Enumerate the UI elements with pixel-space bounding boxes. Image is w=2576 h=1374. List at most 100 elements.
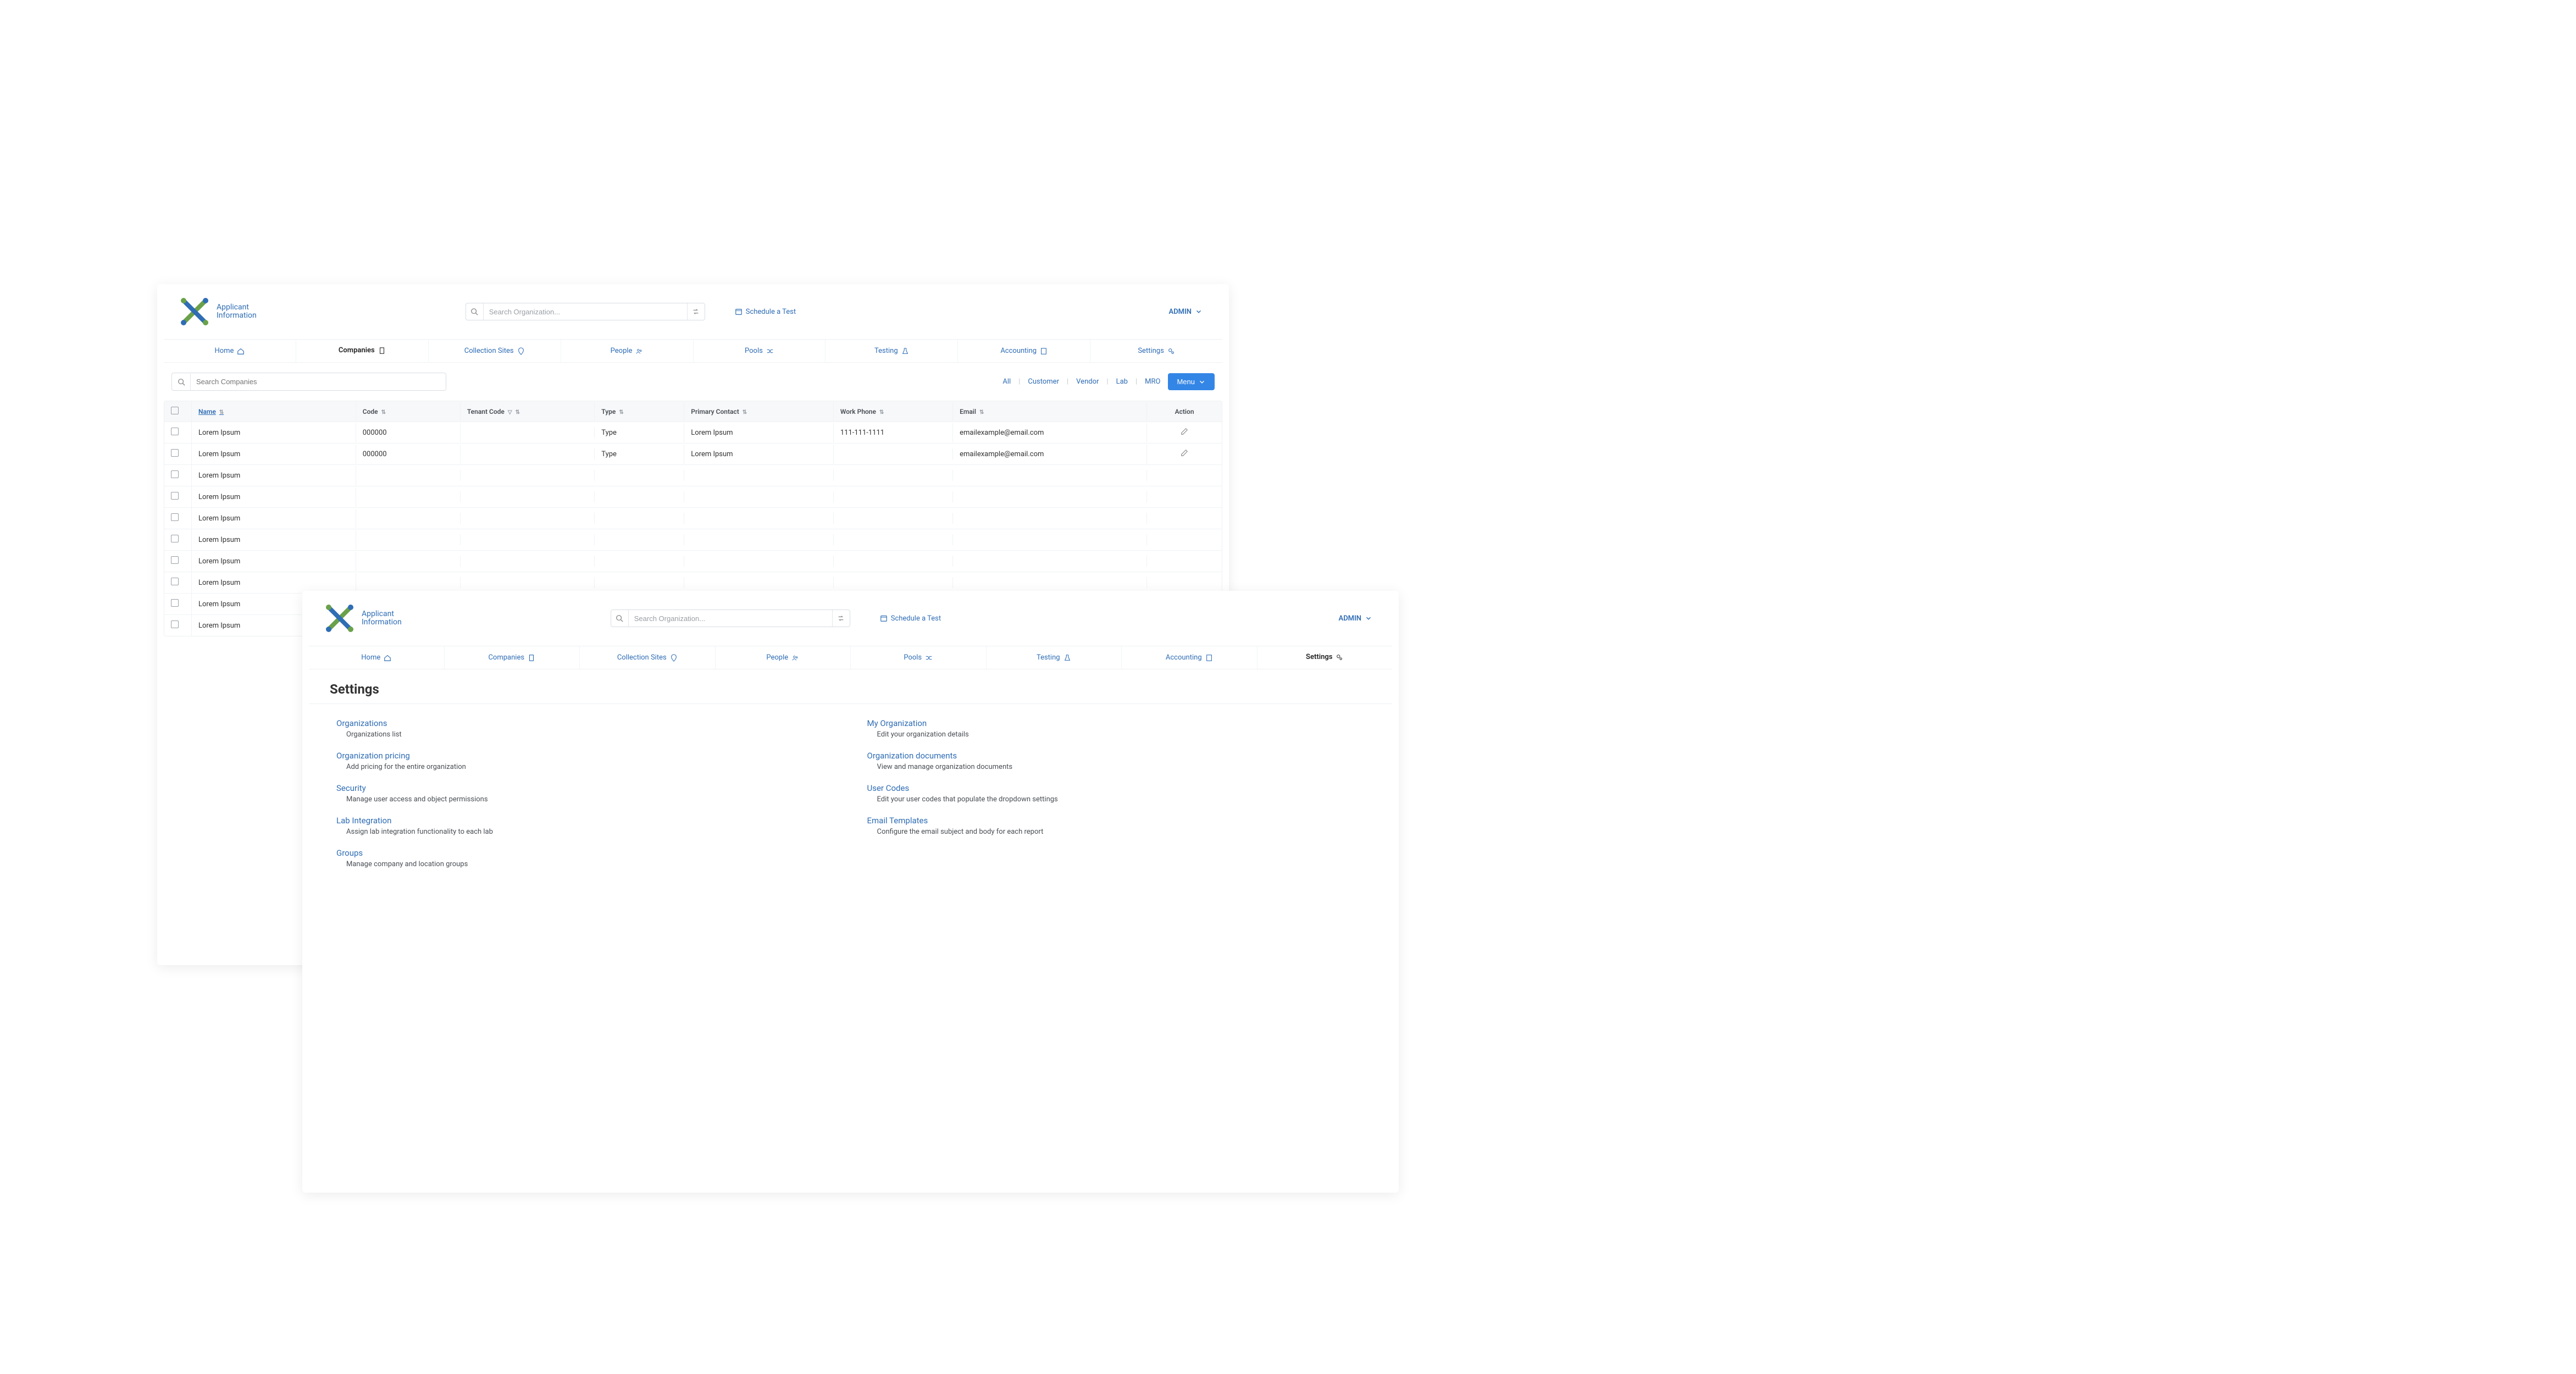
table-row[interactable]: Lorem Ipsum — [164, 572, 1222, 593]
swap-icon[interactable] — [687, 303, 705, 320]
org-search[interactable] — [466, 303, 705, 320]
row-checkbox[interactable] — [171, 428, 179, 435]
table-row[interactable]: Lorem Ipsum — [164, 507, 1222, 529]
settings-item-title[interactable]: Email Templates — [867, 816, 1365, 825]
table-row[interactable]: Lorem Ipsum000000TypeLorem Ipsumemailexa… — [164, 443, 1222, 464]
org-search[interactable] — [611, 610, 850, 627]
org-search-input[interactable] — [484, 304, 687, 319]
header: Applicant Information Schedule a Test AD… — [302, 591, 1399, 640]
cell-primary-contact — [684, 470, 834, 481]
select-all-checkbox[interactable] — [171, 407, 179, 414]
cell-primary-contact: Lorem Ipsum — [684, 423, 834, 442]
row-checkbox[interactable] — [171, 599, 179, 607]
companies-search-input[interactable] — [191, 373, 446, 390]
nav-companies[interactable]: Companies — [445, 646, 580, 669]
nav-pools[interactable]: Pools — [851, 646, 987, 669]
nav-people[interactable]: People — [716, 646, 851, 669]
filter-customer[interactable]: Customer — [1028, 378, 1059, 386]
cell-code — [356, 534, 461, 545]
search-icon — [611, 610, 629, 627]
org-search-input[interactable] — [629, 611, 832, 626]
admin-dropdown[interactable]: ADMIN — [1339, 614, 1372, 623]
table-row[interactable]: Lorem Ipsum — [164, 464, 1222, 486]
logo[interactable]: Applicant Information — [178, 295, 257, 328]
table-row[interactable]: Lorem Ipsum — [164, 529, 1222, 550]
settings-item-desc: Edit your user codes that populate the d… — [867, 795, 1365, 804]
settings-item[interactable]: SecurityManage user access and object pe… — [336, 783, 834, 804]
settings-item-title[interactable]: Organization documents — [867, 751, 1365, 761]
schedule-test-link[interactable]: Schedule a Test — [735, 308, 796, 316]
row-checkbox[interactable] — [171, 513, 179, 521]
cell-work-phone — [834, 577, 953, 588]
companies-toolbar: All| Customer| Vendor| Lab| MRO Menu — [157, 363, 1229, 391]
nav-collection-sites[interactable]: Collection Sites — [580, 646, 716, 669]
settings-item[interactable]: Email TemplatesConfigure the email subje… — [867, 816, 1365, 836]
nav-testing[interactable]: Testing — [826, 340, 958, 362]
cell-email — [953, 534, 1147, 545]
people-icon — [635, 347, 643, 355]
row-checkbox[interactable] — [171, 556, 179, 564]
chevron-down-icon — [1365, 614, 1372, 622]
col-work-phone[interactable]: Work Phone⇅ — [834, 402, 953, 421]
settings-item-title[interactable]: Lab Integration — [336, 816, 834, 825]
filter-lab[interactable]: Lab — [1116, 378, 1128, 386]
settings-item[interactable]: My OrganizationEdit your organization de… — [867, 718, 1365, 739]
nav-testing[interactable]: Testing — [987, 646, 1122, 669]
col-primary-contact[interactable]: Primary Contact⇅ — [684, 402, 834, 421]
table-row[interactable]: Lorem Ipsum — [164, 550, 1222, 572]
nav-pools[interactable]: Pools — [694, 340, 826, 362]
schedule-test-link[interactable]: Schedule a Test — [880, 614, 941, 623]
settings-item[interactable]: GroupsManage company and location groups — [336, 848, 834, 868]
row-checkbox[interactable] — [171, 620, 179, 628]
nav-people[interactable]: People — [561, 340, 694, 362]
settings-item-desc: View and manage organization documents — [867, 763, 1365, 771]
settings-item-title[interactable]: Security — [336, 783, 834, 793]
cell-work-phone: 111-111-1111 — [834, 423, 953, 442]
swap-icon[interactable] — [832, 610, 850, 627]
settings-item[interactable]: Organization pricingAdd pricing for the … — [336, 751, 834, 771]
col-email[interactable]: Email⇅ — [953, 402, 1147, 421]
table-row[interactable]: Lorem Ipsum000000TypeLorem Ipsum111-111-… — [164, 422, 1222, 443]
settings-item-title[interactable]: User Codes — [867, 783, 1365, 793]
col-type[interactable]: Type⇅ — [595, 402, 684, 421]
row-checkbox[interactable] — [171, 449, 179, 457]
nav-settings[interactable]: Settings — [1090, 340, 1222, 362]
settings-item-title[interactable]: My Organization — [867, 718, 1365, 728]
table-row[interactable]: Lorem Ipsum — [164, 486, 1222, 507]
settings-item-title[interactable]: Groups — [336, 848, 834, 858]
settings-item-title[interactable]: Organization pricing — [336, 751, 834, 761]
edit-icon[interactable] — [1181, 428, 1188, 435]
nav-collection-sites[interactable]: Collection Sites — [429, 340, 561, 362]
filter-mro[interactable]: MRO — [1145, 378, 1160, 386]
nav-home[interactable]: Home — [164, 340, 296, 362]
nav-companies[interactable]: Companies — [296, 340, 429, 362]
edit-icon[interactable] — [1181, 449, 1188, 457]
settings-item[interactable]: User Codes Edit your user codes that popu… — [867, 783, 1365, 804]
cell-type: Type — [595, 423, 684, 442]
row-checkbox[interactable] — [171, 492, 179, 500]
col-code[interactable]: Code⇅ — [356, 402, 461, 421]
settings-item[interactable]: Organization documents View and manage or… — [867, 751, 1365, 771]
menu-button[interactable]: Menu — [1168, 373, 1215, 390]
nav-settings[interactable]: Settings — [1257, 646, 1393, 669]
cell-tenant-code — [461, 534, 595, 545]
admin-dropdown[interactable]: ADMIN — [1169, 308, 1203, 316]
settings-item[interactable]: OrganizationsOrganizations list — [336, 718, 834, 739]
row-checkbox[interactable] — [171, 578, 179, 585]
companies-search[interactable] — [171, 373, 446, 391]
nav-accounting[interactable]: Accounting — [958, 340, 1090, 362]
row-checkbox[interactable] — [171, 535, 179, 542]
filter-all[interactable]: All — [1002, 378, 1011, 386]
col-name[interactable]: Name⇅ — [192, 402, 356, 421]
cell-primary-contact — [684, 577, 834, 588]
row-checkbox[interactable] — [171, 470, 179, 478]
cell-code: 000000 — [356, 445, 461, 464]
nav-accounting[interactable]: Accounting — [1122, 646, 1257, 669]
cell-email — [953, 513, 1147, 524]
settings-item-title[interactable]: Organizations — [336, 718, 834, 728]
col-tenant-code[interactable]: Tenant Code▽⇅ — [461, 402, 595, 421]
logo[interactable]: Applicant Information — [323, 602, 402, 635]
nav-home[interactable]: Home — [309, 646, 445, 669]
settings-item[interactable]: Lab IntegrationAssign lab integration fu… — [336, 816, 834, 836]
filter-vendor[interactable]: Vendor — [1076, 378, 1099, 386]
